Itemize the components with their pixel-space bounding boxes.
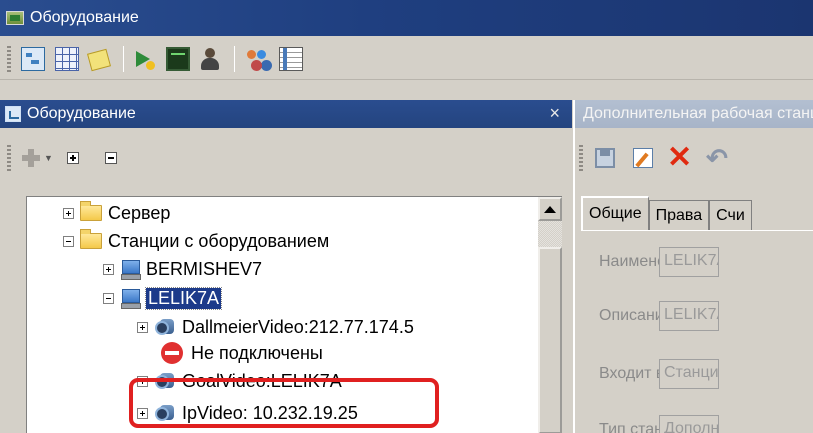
folder-icon: [80, 229, 102, 249]
collapse-icon[interactable]: [103, 292, 114, 304]
tab-rights[interactable]: Права: [648, 200, 710, 230]
undo-icon[interactable]: ↶: [706, 143, 728, 174]
name-field[interactable]: LELIK7A: [659, 247, 719, 277]
tree-item-stations[interactable]: Станции с оборудованием: [63, 227, 329, 255]
close-icon[interactable]: ×: [549, 103, 560, 124]
edit-icon[interactable]: [633, 148, 653, 168]
toolbar-separator: [234, 45, 235, 72]
tree-item-label: BERMISHEV7: [146, 258, 263, 279]
expand-icon[interactable]: [103, 263, 114, 275]
field-label-parent: Входит в: [599, 365, 665, 382]
app-icon: [6, 11, 24, 25]
user-icon[interactable]: [200, 47, 220, 71]
folder-icon: [80, 201, 102, 221]
equipment-panel-header: Оборудование ×: [0, 100, 572, 128]
properties-form: Наименование LELIK7A Описание LELIK7A Вх…: [581, 230, 813, 433]
computer-icon: [120, 288, 141, 309]
tree-item-lelik7a[interactable]: LELIK7A: [103, 284, 223, 312]
highlight-annotation: [129, 378, 439, 428]
tree-view-icon: [5, 106, 21, 122]
tree-item-label: DallmeierVideo:212.77.174.5: [182, 316, 414, 337]
collapse-icon[interactable]: [63, 235, 74, 247]
tree-toolbar: ▼: [0, 138, 572, 178]
collapse-all-button[interactable]: [104, 152, 117, 164]
computer-icon: [120, 259, 141, 280]
properties-panel-header: Дополнительная рабочая станция: [575, 100, 813, 128]
properties-toolbar: ✕ ↶: [575, 138, 813, 178]
grid-icon[interactable]: [55, 46, 79, 71]
run-arrow-icon[interactable]: [134, 48, 156, 70]
scroll-up-button[interactable]: [538, 197, 562, 221]
tree-item-label: Станции с оборудованием: [108, 230, 330, 251]
tree-item-label: LELIK7A: [144, 286, 223, 310]
tab-counters[interactable]: Счи: [709, 200, 752, 230]
camera-icon: [154, 317, 176, 337]
properties-tabs: Общие Права Счи: [581, 196, 813, 230]
panel-title: Оборудование: [27, 105, 136, 122]
tree-item-bermishev7[interactable]: BERMISHEV7: [103, 255, 262, 283]
properties-panel: Дополнительная рабочая станция ✕ ↶ Общие…: [573, 100, 813, 433]
expand-all-button[interactable]: [66, 152, 79, 164]
tree-item-label: Не подключены: [191, 342, 323, 363]
parent-field[interactable]: Станции: [659, 359, 719, 389]
station-type-field[interactable]: Дополн: [659, 415, 719, 433]
tab-general[interactable]: Общие: [581, 196, 649, 230]
description-field[interactable]: LELIK7A: [659, 301, 719, 331]
toolbar-separator: [123, 45, 124, 72]
tree-item-not-connected[interactable]: Не подключены: [161, 339, 323, 367]
window-titlebar: Оборудование: [0, 0, 813, 36]
monitor-icon[interactable]: [166, 46, 190, 71]
tree-scrollbar[interactable]: [538, 196, 562, 433]
add-icon[interactable]: [21, 148, 41, 168]
tree-view-icon[interactable]: [21, 46, 45, 71]
toolbar-grip[interactable]: [579, 145, 583, 171]
chevron-down-icon[interactable]: ▼: [44, 153, 53, 163]
tree-item-server[interactable]: Сервер: [63, 199, 170, 227]
users-group-icon[interactable]: [245, 47, 269, 71]
save-icon[interactable]: [595, 148, 615, 168]
expand-icon[interactable]: [137, 321, 148, 333]
tree-item-label: Сервер: [108, 202, 171, 223]
note-icon[interactable]: [87, 48, 111, 72]
toolbar-grip[interactable]: [7, 45, 11, 72]
delete-icon[interactable]: ✕: [667, 143, 692, 173]
tree-item-dallmeier[interactable]: DallmeierVideo:212.77.174.5: [137, 313, 414, 341]
scroll-thumb[interactable]: [538, 247, 562, 433]
table-icon[interactable]: [279, 46, 303, 71]
disconnected-icon: [161, 342, 183, 364]
toolbar-grip[interactable]: [7, 145, 11, 171]
window-title: Оборудование: [30, 9, 139, 26]
main-toolbar: [0, 38, 813, 80]
expand-icon[interactable]: [63, 207, 74, 219]
